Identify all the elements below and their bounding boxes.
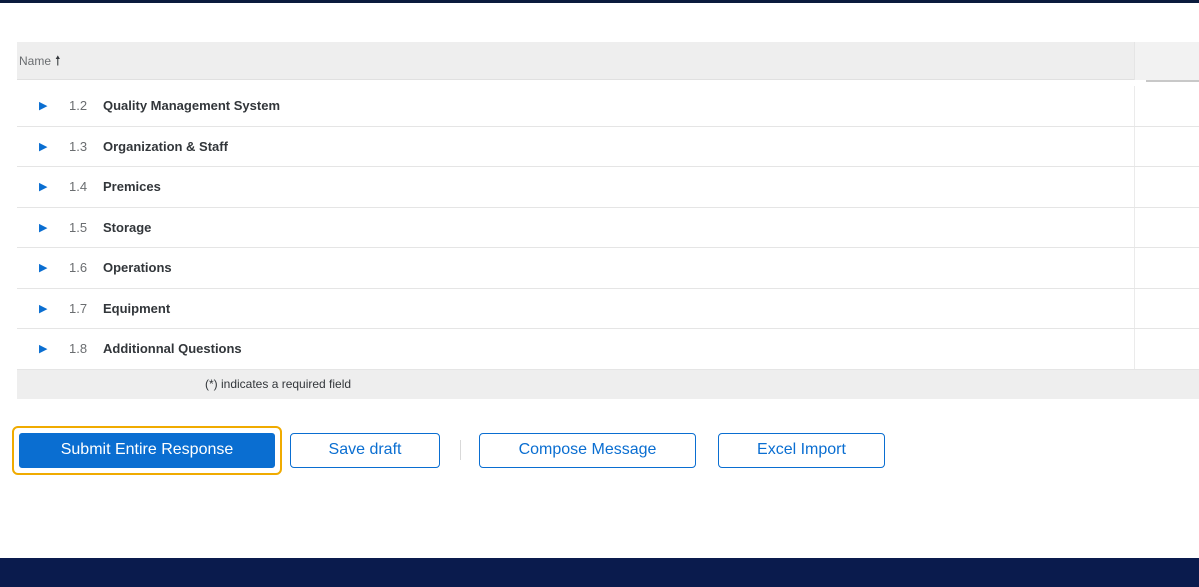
row-number: 1.5 [69,219,88,235]
name-column-label: Name [19,53,52,68]
table-row[interactable]: ▶ 1.5 Storage [17,207,1199,248]
header-right-cell [1134,42,1199,82]
row-title: Equipment [103,300,171,316]
row-title: Quality Management System [103,98,280,114]
expand-triangle-icon[interactable]: ▶ [39,99,55,112]
row-number: 1.7 [69,300,88,316]
row-number: 1.3 [69,138,88,154]
table-header: Name 🠕 [17,42,1199,82]
name-column-header[interactable]: Name 🠕 [17,54,61,68]
table-row[interactable]: ▶ 1.7 Equipment [17,288,1199,329]
expand-triangle-icon[interactable]: ▶ [39,221,55,234]
row-number: 1.8 [69,341,88,357]
compose-message-button[interactable]: Compose Message [479,432,696,468]
row-title: Premices [103,179,161,195]
column-resize-bar [1146,80,1199,82]
expand-triangle-icon[interactable]: ▶ [39,140,55,153]
submit-highlight: Submit Entire Response [12,425,282,475]
expand-triangle-icon[interactable]: ▶ [39,261,55,274]
expand-triangle-icon[interactable]: ▶ [39,342,55,355]
top-border [0,0,1199,3]
action-toolbar: Submit Entire Response Save draft Compos… [12,421,885,479]
table-row[interactable]: ▶ 1.3 Organization & Staff [17,126,1199,167]
save-draft-button[interactable]: Save draft [290,432,440,468]
row-title: Operations [103,260,172,276]
table-row[interactable]: ▶ 1.8 Additionnal Questions [17,329,1199,370]
required-note: (*) indicates a required field [205,377,352,391]
expand-triangle-icon[interactable]: ▶ [39,180,55,193]
row-title: Organization & Staff [103,138,228,154]
table-row[interactable]: ▶ 1.4 Premices [17,167,1199,208]
row-title: Additionnal Questions [103,341,242,357]
row-title: Storage [103,219,152,235]
submit-entire-response-button[interactable]: Submit Entire Response [19,432,275,468]
table-row[interactable]: ▶ 1.2 Quality Management System [17,86,1199,127]
row-number: 1.4 [69,179,88,195]
table-rows: ▶ 1.2 Quality Management System ▶ 1.3 Or… [17,86,1199,370]
toolbar-divider [460,440,461,460]
footer-bar [0,558,1199,587]
required-note-bar: (*) indicates a required field [17,369,1199,399]
row-number: 1.2 [69,98,88,114]
row-number: 1.6 [69,260,88,276]
arrow-up-icon: 🠕 [55,53,61,68]
expand-triangle-icon[interactable]: ▶ [39,302,55,315]
table-row[interactable]: ▶ 1.6 Operations [17,248,1199,289]
section-table: Name 🠕 ▶ 1.2 Quality Management System ▶… [17,42,1199,399]
excel-import-button[interactable]: Excel Import [718,432,885,468]
